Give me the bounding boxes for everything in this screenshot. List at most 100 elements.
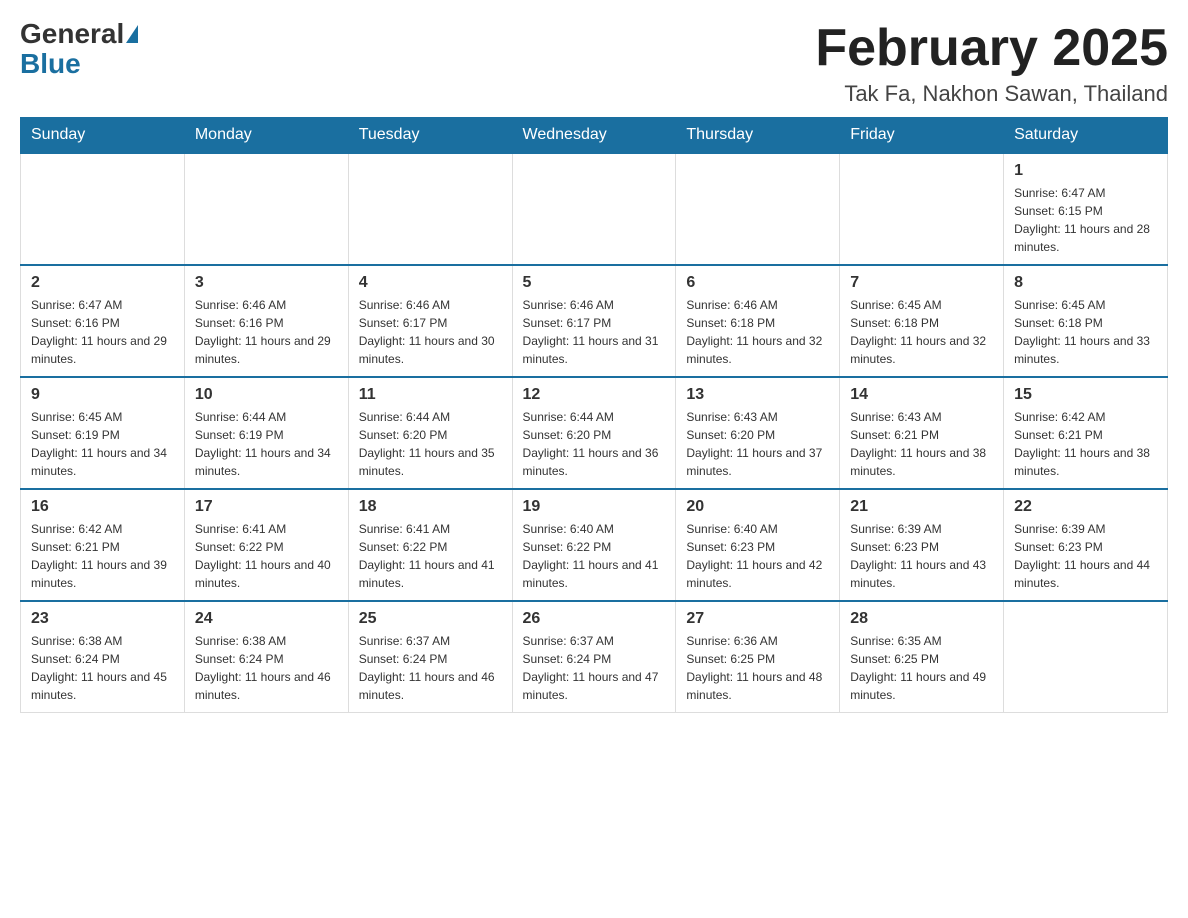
logo-triangle-icon [126, 25, 138, 43]
day-info: Sunrise: 6:46 AMSunset: 6:16 PMDaylight:… [195, 296, 338, 368]
logo-blue-text: Blue [20, 48, 81, 79]
header-monday: Monday [184, 118, 348, 154]
calendar-table: SundayMondayTuesdayWednesdayThursdayFrid… [20, 117, 1168, 713]
title-section: February 2025 Tak Fa, Nakhon Sawan, Thai… [815, 20, 1168, 107]
day-number: 23 [31, 610, 174, 628]
calendar-week-row: 23 Sunrise: 6:38 AMSunset: 6:24 PMDayligh… [21, 601, 1168, 713]
day-info: Sunrise: 6:39 AMSunset: 6:23 PMDaylight:… [850, 520, 993, 592]
calendar-day-cell: 18 Sunrise: 6:41 AMSunset: 6:22 PMDayligh… [348, 489, 512, 601]
day-number: 9 [31, 386, 174, 404]
calendar-day-cell: 17Sunrise: 6:41 AMSunset: 6:22 PMDayligh… [184, 489, 348, 601]
calendar-day-cell [348, 153, 512, 265]
logo-general-text: General [20, 20, 124, 48]
calendar-day-cell [840, 153, 1004, 265]
calendar-day-cell: 24 Sunrise: 6:38 AMSunset: 6:24 PMDayligh… [184, 601, 348, 713]
calendar-day-cell: 5 Sunrise: 6:46 AMSunset: 6:17 PMDaylight… [512, 265, 676, 377]
calendar-day-cell [1004, 601, 1168, 713]
calendar-day-cell: 7 Sunrise: 6:45 AMSunset: 6:18 PMDaylight… [840, 265, 1004, 377]
calendar-day-cell: 10 Sunrise: 6:44 AMSunset: 6:19 PMDayligh… [184, 377, 348, 489]
calendar-header-row: SundayMondayTuesdayWednesdayThursdayFrid… [21, 118, 1168, 154]
calendar-day-cell: 28 Sunrise: 6:35 AMSunset: 6:25 PMDayligh… [840, 601, 1004, 713]
calendar-day-cell: 25 Sunrise: 6:37 AMSunset: 6:24 PMDayligh… [348, 601, 512, 713]
day-info: Sunrise: 6:45 AMSunset: 6:19 PMDaylight:… [31, 408, 174, 480]
calendar-day-cell [512, 153, 676, 265]
calendar-day-cell: 15Sunrise: 6:42 AMSunset: 6:21 PMDayligh… [1004, 377, 1168, 489]
calendar-day-cell: 26 Sunrise: 6:37 AMSunset: 6:24 PMDayligh… [512, 601, 676, 713]
calendar-day-cell: 2 Sunrise: 6:47 AMSunset: 6:16 PMDaylight… [21, 265, 185, 377]
header-saturday: Saturday [1004, 118, 1168, 154]
calendar-day-cell [21, 153, 185, 265]
logo: General Blue [20, 20, 140, 80]
day-info: Sunrise: 6:43 AMSunset: 6:21 PMDaylight:… [850, 408, 993, 480]
day-info: Sunrise: 6:38 AMSunset: 6:24 PMDaylight:… [31, 632, 174, 704]
day-info: Sunrise: 6:44 AMSunset: 6:20 PMDaylight:… [359, 408, 502, 480]
day-number: 8 [1014, 274, 1157, 292]
header-friday: Friday [840, 118, 1004, 154]
day-number: 24 [195, 610, 338, 628]
calendar-title: February 2025 [815, 20, 1168, 77]
day-info: Sunrise: 6:38 AMSunset: 6:24 PMDaylight:… [195, 632, 338, 704]
header-wednesday: Wednesday [512, 118, 676, 154]
calendar-day-cell [676, 153, 840, 265]
day-info: Sunrise: 6:43 AMSunset: 6:20 PMDaylight:… [686, 408, 829, 480]
day-number: 7 [850, 274, 993, 292]
calendar-day-cell: 23 Sunrise: 6:38 AMSunset: 6:24 PMDayligh… [21, 601, 185, 713]
day-number: 12 [523, 386, 666, 404]
header-sunday: Sunday [21, 118, 185, 154]
calendar-week-row: 1Sunrise: 6:47 AMSunset: 6:15 PMDaylight… [21, 153, 1168, 265]
day-number: 19 [523, 498, 666, 516]
day-info: Sunrise: 6:40 AMSunset: 6:22 PMDaylight:… [523, 520, 666, 592]
day-info: Sunrise: 6:35 AMSunset: 6:25 PMDaylight:… [850, 632, 993, 704]
calendar-day-cell: 8Sunrise: 6:45 AMSunset: 6:18 PMDaylight… [1004, 265, 1168, 377]
day-info: Sunrise: 6:37 AMSunset: 6:24 PMDaylight:… [359, 632, 502, 704]
day-number: 10 [195, 386, 338, 404]
day-info: Sunrise: 6:39 AMSunset: 6:23 PMDaylight:… [1014, 520, 1157, 592]
calendar-day-cell: 12 Sunrise: 6:44 AMSunset: 6:20 PMDayligh… [512, 377, 676, 489]
day-info: Sunrise: 6:40 AMSunset: 6:23 PMDaylight:… [686, 520, 829, 592]
day-number: 21 [850, 498, 993, 516]
day-info: Sunrise: 6:37 AMSunset: 6:24 PMDaylight:… [523, 632, 666, 704]
day-info: Sunrise: 6:46 AMSunset: 6:17 PMDaylight:… [359, 296, 502, 368]
calendar-day-cell: 11Sunrise: 6:44 AMSunset: 6:20 PMDayligh… [348, 377, 512, 489]
day-info: Sunrise: 6:44 AMSunset: 6:19 PMDaylight:… [195, 408, 338, 480]
calendar-day-cell: 14 Sunrise: 6:43 AMSunset: 6:21 PMDayligh… [840, 377, 1004, 489]
day-number: 28 [850, 610, 993, 628]
day-number: 5 [523, 274, 666, 292]
calendar-week-row: 16 Sunrise: 6:42 AMSunset: 6:21 PMDayligh… [21, 489, 1168, 601]
day-number: 25 [359, 610, 502, 628]
calendar-day-cell: 1Sunrise: 6:47 AMSunset: 6:15 PMDaylight… [1004, 153, 1168, 265]
day-info: Sunrise: 6:36 AMSunset: 6:25 PMDaylight:… [686, 632, 829, 704]
calendar-day-cell: 6 Sunrise: 6:46 AMSunset: 6:18 PMDaylight… [676, 265, 840, 377]
header-tuesday: Tuesday [348, 118, 512, 154]
day-info: Sunrise: 6:41 AMSunset: 6:22 PMDaylight:… [359, 520, 502, 592]
calendar-day-cell: 19 Sunrise: 6:40 AMSunset: 6:22 PMDayligh… [512, 489, 676, 601]
day-number: 18 [359, 498, 502, 516]
day-number: 6 [686, 274, 829, 292]
day-number: 20 [686, 498, 829, 516]
day-info: Sunrise: 6:45 AMSunset: 6:18 PMDaylight:… [850, 296, 993, 368]
day-info: Sunrise: 6:42 AMSunset: 6:21 PMDaylight:… [31, 520, 174, 592]
day-info: Sunrise: 6:46 AMSunset: 6:18 PMDaylight:… [686, 296, 829, 368]
day-number: 22 [1014, 498, 1157, 516]
calendar-week-row: 9 Sunrise: 6:45 AMSunset: 6:19 PMDaylight… [21, 377, 1168, 489]
header-thursday: Thursday [676, 118, 840, 154]
day-info: Sunrise: 6:41 AMSunset: 6:22 PMDaylight:… [195, 520, 338, 592]
calendar-day-cell: 21 Sunrise: 6:39 AMSunset: 6:23 PMDayligh… [840, 489, 1004, 601]
day-info: Sunrise: 6:47 AMSunset: 6:16 PMDaylight:… [31, 296, 174, 368]
page-header: General Blue February 2025 Tak Fa, Nakho… [20, 20, 1168, 107]
calendar-day-cell: 4 Sunrise: 6:46 AMSunset: 6:17 PMDaylight… [348, 265, 512, 377]
calendar-day-cell: 13Sunrise: 6:43 AMSunset: 6:20 PMDayligh… [676, 377, 840, 489]
day-number: 14 [850, 386, 993, 404]
calendar-day-cell: 22 Sunrise: 6:39 AMSunset: 6:23 PMDayligh… [1004, 489, 1168, 601]
day-number: 26 [523, 610, 666, 628]
day-number: 15 [1014, 386, 1157, 404]
day-info: Sunrise: 6:44 AMSunset: 6:20 PMDaylight:… [523, 408, 666, 480]
calendar-day-cell: 27Sunrise: 6:36 AMSunset: 6:25 PMDayligh… [676, 601, 840, 713]
day-number: 2 [31, 274, 174, 292]
day-number: 16 [31, 498, 174, 516]
day-number: 3 [195, 274, 338, 292]
day-info: Sunrise: 6:46 AMSunset: 6:17 PMDaylight:… [523, 296, 666, 368]
day-number: 4 [359, 274, 502, 292]
calendar-day-cell: 16 Sunrise: 6:42 AMSunset: 6:21 PMDayligh… [21, 489, 185, 601]
calendar-day-cell: 3 Sunrise: 6:46 AMSunset: 6:16 PMDaylight… [184, 265, 348, 377]
